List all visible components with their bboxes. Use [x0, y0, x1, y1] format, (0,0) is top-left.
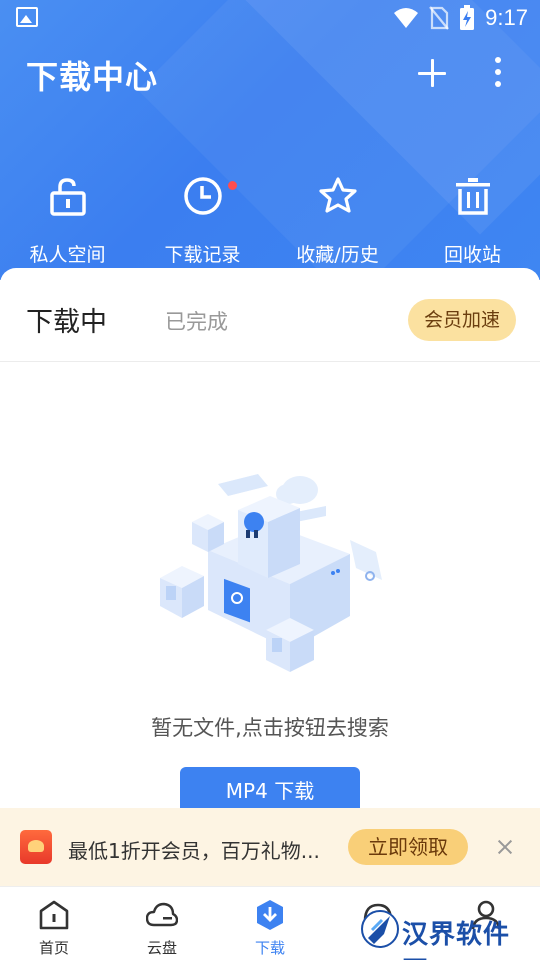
- quick-action-download-history[interactable]: 下载记录: [135, 176, 270, 268]
- quick-action-recycle-bin[interactable]: 回收站: [405, 176, 540, 268]
- tab-completed[interactable]: 已完成: [165, 306, 228, 336]
- home-icon: [39, 900, 69, 930]
- vip-speedup-button[interactable]: 会员加速: [408, 299, 516, 341]
- cloud-icon: [146, 902, 178, 927]
- add-button[interactable]: [412, 54, 452, 94]
- claim-now-button[interactable]: 立即领取: [348, 829, 468, 865]
- quick-action-favorites-history[interactable]: 收藏/历史: [270, 176, 405, 268]
- status-bar: 9:17: [0, 0, 540, 36]
- close-icon[interactable]: [490, 832, 520, 862]
- empty-state-message: 暂无文件,点击按钮去搜索: [151, 716, 389, 740]
- unlock-icon: [50, 178, 86, 216]
- watermark-text: 汉界软件园: [402, 920, 511, 960]
- notification-badge: [228, 181, 237, 190]
- quick-action-private-space[interactable]: 私人空间: [0, 176, 135, 268]
- divider: [0, 361, 540, 362]
- nav-item-cloud[interactable]: 云盘: [108, 887, 216, 960]
- page-title: 下载中心: [26, 58, 159, 96]
- watermark: 汉界软件园: [360, 906, 530, 960]
- quick-action-label: 收藏/历史: [296, 244, 379, 266]
- star-icon: [319, 177, 357, 213]
- battery-charging-icon: [460, 5, 475, 30]
- download-icon: [257, 900, 283, 930]
- promo-text: 最低1折开会员，百万礼物...: [68, 839, 320, 863]
- nav-label: 云盘: [146, 939, 177, 957]
- clock-icon: [184, 177, 222, 215]
- image-notification-icon: [16, 7, 38, 27]
- watermark-logo-icon: [361, 910, 399, 948]
- more-options-button[interactable]: [486, 55, 510, 89]
- empty-box-illustration: [160, 474, 382, 672]
- quick-action-label: 回收站: [443, 244, 501, 266]
- wifi-icon: [394, 8, 419, 28]
- status-time: 9:17: [485, 5, 528, 30]
- gift-icon: [20, 830, 52, 864]
- nav-item-download[interactable]: 下载: [216, 887, 324, 960]
- quick-action-label: 下载记录: [164, 244, 241, 266]
- header-banner: 9:17 下载中心 私人空间 下载记录 收藏/历史 回收站: [0, 0, 540, 280]
- no-sim-icon: [429, 6, 450, 30]
- tab-downloading[interactable]: 下载中: [26, 300, 107, 339]
- quick-action-label: 私人空间: [29, 244, 106, 266]
- nav-label: 下载: [254, 939, 285, 957]
- nav-label: 首页: [38, 939, 69, 957]
- trash-icon: [456, 178, 490, 215]
- promo-banner: 最低1折开会员，百万礼物... 立即领取: [0, 808, 540, 886]
- nav-item-home[interactable]: 首页: [0, 887, 108, 960]
